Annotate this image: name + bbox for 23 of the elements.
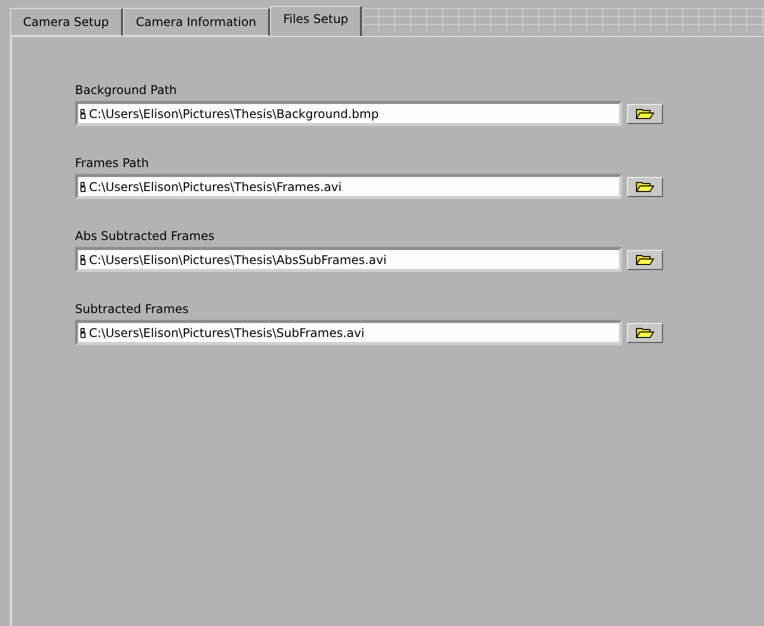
- tab[interactable]: Camera Information: [122, 8, 270, 36]
- path-field[interactable]: C:\Users\Elison\Pictures\Thesis\AbsSubFrames.avi: [75, 247, 622, 272]
- tab[interactable]: Camera Setup: [10, 8, 123, 36]
- browse-button[interactable]: [627, 104, 663, 124]
- path-label: Subtracted Frames: [75, 302, 190, 316]
- path-type-icon: [80, 254, 86, 264]
- browse-button[interactable]: [627, 250, 663, 270]
- path-label: Frames Path: [75, 156, 150, 170]
- folder-icon: [636, 108, 654, 119]
- path-type-icon: [80, 182, 86, 192]
- path-type-icon: [80, 328, 86, 338]
- folder-icon: [636, 327, 654, 338]
- browse-button[interactable]: [627, 322, 663, 342]
- path-label: Abs Subtracted Frames: [75, 229, 216, 243]
- path-field[interactable]: C:\Users\Elison\Pictures\Thesis\SubFrames.avi: [75, 320, 622, 345]
- tab[interactable]: Files Setup: [270, 6, 362, 36]
- folder-icon: [636, 181, 654, 192]
- path-type-icon: [80, 108, 86, 118]
- path-label: Background Path: [75, 83, 178, 97]
- folder-icon: [636, 254, 654, 265]
- browse-button[interactable]: [627, 176, 663, 196]
- path-field[interactable]: C:\Users\Elison\Pictures\Thesis\Frames.avi: [75, 174, 622, 199]
- path-field[interactable]: C:\Users\Elison\Pictures\Thesis\Background.bmp: [75, 101, 622, 126]
